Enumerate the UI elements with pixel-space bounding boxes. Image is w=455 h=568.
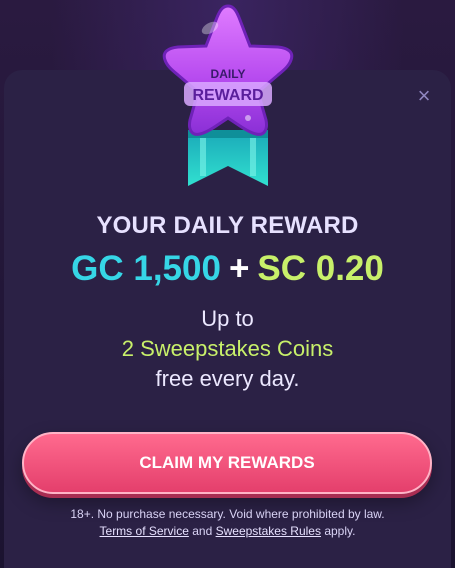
legal-apply: apply. (324, 524, 356, 538)
terms-of-service-link[interactable]: Terms of Service (100, 524, 189, 538)
ribbon-icon (188, 130, 268, 186)
badge-line1: DAILY (211, 67, 246, 81)
daily-reward-star-badge: DAILY REWARD (162, 4, 294, 186)
sc-amount: SC 0.20 (257, 249, 384, 288)
legal-disclaimer: 18+. No purchase necessary. Void where p… (70, 507, 385, 521)
reward-title: YOUR DAILY REWARD (96, 212, 359, 239)
reward-subtext-line3: free every day. (155, 366, 300, 391)
gc-amount: GC 1,500 (71, 249, 221, 288)
reward-subtext-line1: Up to (201, 306, 254, 331)
close-icon[interactable]: × (410, 82, 438, 110)
claim-rewards-button[interactable]: CLAIM MY REWARDS (22, 432, 432, 494)
sweepstakes-rules-link[interactable]: Sweepstakes Rules (216, 524, 321, 538)
legal-and: and (192, 524, 213, 538)
plus-sign: + (228, 249, 250, 288)
legal-links: Terms of Service and Sweepstakes Rules a… (0, 523, 455, 539)
reward-subtext-line2: 2 Sweepstakes Coins (121, 336, 334, 361)
badge-line2: REWARD (192, 87, 263, 104)
reward-amounts: GC 1,500 + SC 0.20 (0, 249, 455, 289)
